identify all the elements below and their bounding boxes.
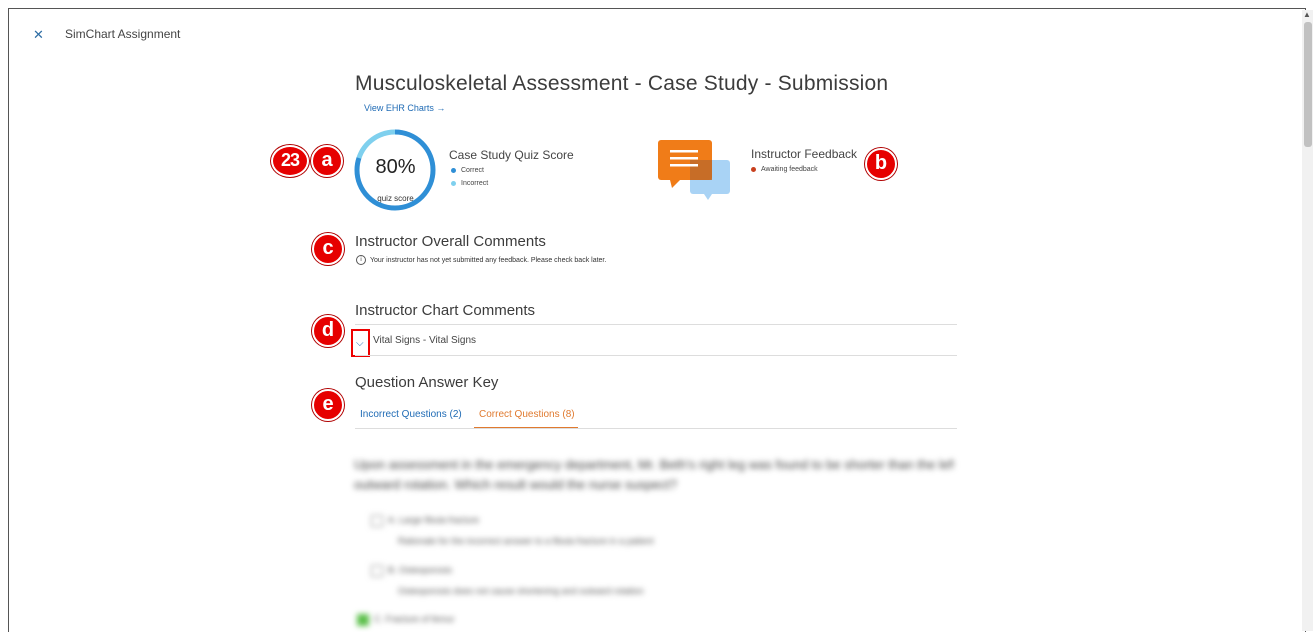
annotation-badge-b: b	[865, 148, 897, 180]
annotation-badge-e: e	[312, 389, 344, 421]
chat-bubbles-icon	[658, 140, 730, 200]
browser-frame	[8, 8, 1306, 632]
view-ehr-charts-link[interactable]: View EHR Charts →	[364, 103, 445, 113]
divider	[355, 428, 957, 429]
scrollbar-thumb[interactable]	[1304, 22, 1312, 147]
overall-comments-message: i Your instructor has not yet submitted …	[356, 255, 606, 265]
option-label: C. Fracture of femur	[374, 614, 455, 624]
legend-correct-label: Correct	[461, 167, 484, 174]
option-label: B. Osteoporosis	[388, 565, 453, 575]
tab-incorrect-questions[interactable]: Incorrect Questions (2)	[360, 409, 462, 420]
step-number-badge: 23	[271, 145, 309, 177]
annotation-badge-a: a	[311, 145, 343, 177]
feedback-status-label: Awaiting feedback	[761, 166, 818, 173]
answer-key-title: Question Answer Key	[355, 374, 499, 391]
overall-comments-title: Instructor Overall Comments	[355, 233, 546, 250]
chart-comments-title: Instructor Chart Comments	[355, 302, 536, 319]
info-icon: i	[356, 255, 366, 265]
scroll-up-icon[interactable]: ▲	[1303, 10, 1311, 19]
option-label: A. Large fibula fracture	[388, 515, 480, 525]
instructor-feedback-title: Instructor Feedback	[751, 147, 858, 161]
divider	[355, 324, 957, 325]
correct-check-icon	[357, 614, 369, 626]
question-text-line1: Upon assessment in the emergency departm…	[354, 457, 954, 472]
incorrect-dot-icon	[451, 181, 456, 186]
chevron-down-icon[interactable]: ⌵	[356, 338, 364, 349]
feedback-status: Awaiting feedback	[751, 166, 818, 173]
annotation-badge-d: d	[312, 315, 344, 347]
quiz-score-title: Case Study Quiz Score	[449, 148, 574, 162]
option-rationale: Rationale for the incorrect answer to a …	[398, 536, 654, 546]
legend-incorrect-label: Incorrect	[461, 180, 489, 187]
legend-correct: Correct	[451, 167, 484, 174]
page-title: Musculoskeletal Assessment - Case Study …	[355, 72, 889, 95]
overall-comments-text: Your instructor has not yet submitted an…	[370, 256, 607, 264]
close-icon[interactable]: ✕	[33, 27, 44, 43]
divider	[355, 355, 957, 356]
app-title: SimChart Assignment	[65, 27, 181, 41]
legend-incorrect: Incorrect	[451, 180, 488, 187]
quiz-score-caption: quiz score	[377, 194, 414, 203]
option-rationale: Osteoporosis does not cause shortening a…	[398, 586, 644, 596]
option-checkbox[interactable]	[371, 515, 383, 527]
tab-correct-questions[interactable]: Correct Questions (8)	[479, 409, 575, 420]
correct-dot-icon	[451, 168, 456, 173]
option-checkbox[interactable]	[371, 565, 383, 577]
quiz-score-value: 80%	[375, 156, 416, 178]
annotation-badge-c: c	[312, 233, 344, 265]
accordion-vital-signs[interactable]: Vital Signs - Vital Signs	[373, 335, 476, 346]
status-dot-icon	[751, 167, 756, 172]
question-text-line2: outward rotation. Which result would the…	[354, 477, 678, 492]
